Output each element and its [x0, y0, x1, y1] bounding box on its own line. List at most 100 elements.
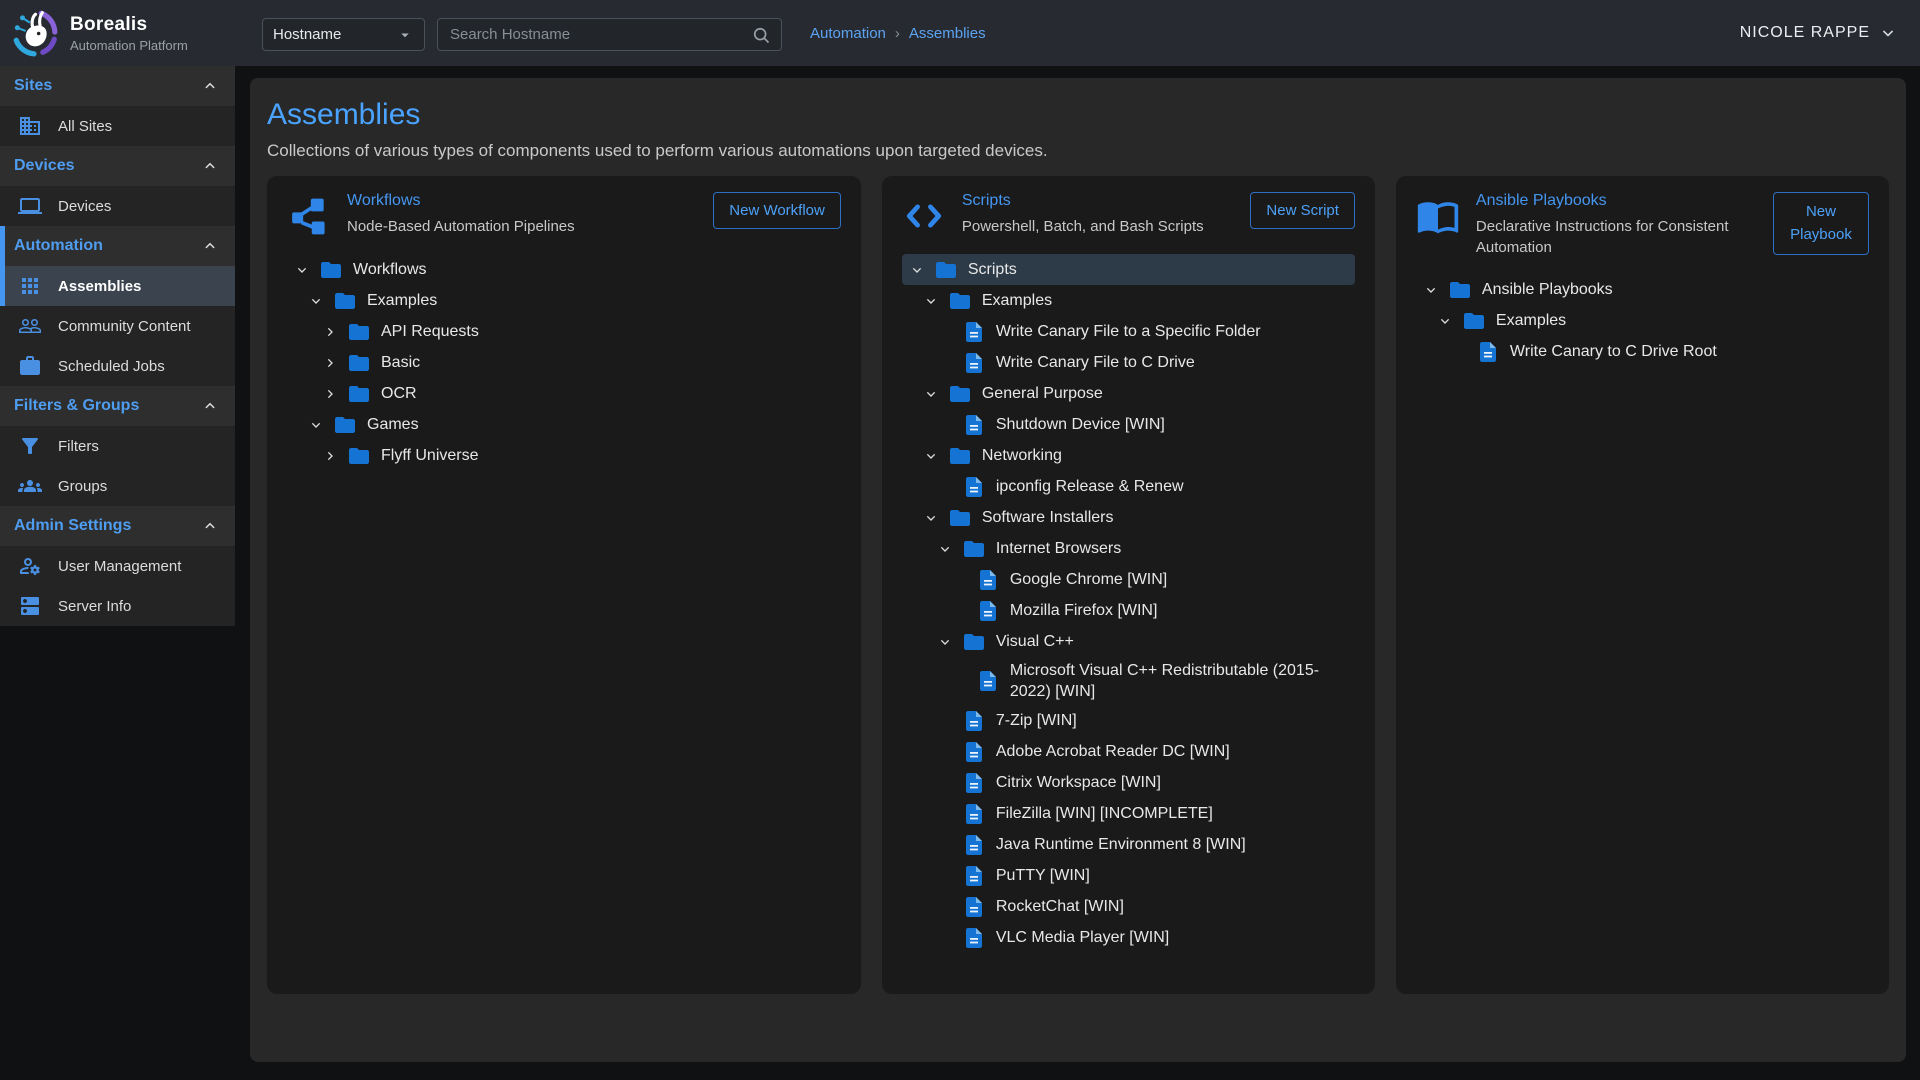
tree-item-games[interactable]: Games: [287, 409, 841, 440]
sidebar-item-all-sites[interactable]: All Sites: [0, 106, 235, 146]
breadcrumb-assemblies[interactable]: Assemblies: [909, 25, 986, 42]
tree-item-label: Write Canary File to C Drive: [996, 349, 1195, 376]
chevron-down-icon[interactable]: [291, 259, 313, 281]
tree-item-filezilla-win-incomplete[interactable]: FileZilla [WIN] [INCOMPLETE]: [902, 798, 1355, 829]
chevron-down-icon[interactable]: [934, 538, 956, 560]
chevron-spacer: [948, 569, 970, 591]
chevron-down-icon[interactable]: [920, 383, 942, 405]
user-gear-icon: [18, 554, 42, 578]
tree-item-citrix-workspace-win[interactable]: Citrix Workspace [WIN]: [902, 767, 1355, 798]
chevron-up-icon[interactable]: [201, 517, 219, 535]
tree-item-basic[interactable]: Basic: [287, 347, 841, 378]
tree-item-adobe-acrobat-reader-dc-win[interactable]: Adobe Acrobat Reader DC [WIN]: [902, 736, 1355, 767]
chevron-down-icon[interactable]: [920, 290, 942, 312]
tree-item-write-canary-to-c-drive-root[interactable]: Write Canary to C Drive Root: [1416, 336, 1869, 367]
new-workflow-button[interactable]: New Workflow: [713, 192, 841, 229]
brand: Borealis Automation Platform: [10, 8, 188, 58]
tree-item-examples[interactable]: Examples: [287, 285, 841, 316]
chevron-right-icon[interactable]: [319, 352, 341, 374]
workflows-tree: WorkflowsExamplesAPI RequestsBasicOCRGam…: [287, 254, 841, 471]
breadcrumb-automation[interactable]: Automation: [810, 25, 886, 42]
tree-item-ipconfig-release-renew[interactable]: ipconfig Release & Renew: [902, 471, 1355, 502]
user-menu[interactable]: NICOLE RAPPE: [1740, 0, 1898, 66]
hostname-dropdown[interactable]: Hostname: [262, 18, 425, 51]
tree-item-write-canary-file-to-c-drive[interactable]: Write Canary File to C Drive: [902, 347, 1355, 378]
tree-item-label: Software Installers: [982, 504, 1114, 531]
tree-item-shutdown-device-win[interactable]: Shutdown Device [WIN]: [902, 409, 1355, 440]
chevron-down-icon[interactable]: [305, 414, 327, 436]
tree-item-label: OCR: [381, 380, 417, 407]
search-input[interactable]: [438, 26, 751, 43]
tree-item-7-zip-win[interactable]: 7-Zip [WIN]: [902, 705, 1355, 736]
caret-down-icon: [396, 26, 414, 44]
tree-item-google-chrome-win[interactable]: Google Chrome [WIN]: [902, 564, 1355, 595]
tree-item-ansible-playbooks[interactable]: Ansible Playbooks: [1416, 274, 1869, 305]
sidebar-item-scheduled-jobs[interactable]: Scheduled Jobs: [0, 346, 235, 386]
chevron-spacer: [934, 772, 956, 794]
tree-item-api-requests[interactable]: API Requests: [287, 316, 841, 347]
sidebar-item-user-management[interactable]: User Management: [0, 546, 235, 586]
sidebar-item-community-content[interactable]: Community Content: [0, 306, 235, 346]
tree-item-write-canary-file-to-a-specific-folder[interactable]: Write Canary File to a Specific Folder: [902, 316, 1355, 347]
chevron-down-icon[interactable]: [1420, 279, 1442, 301]
tree-item-examples[interactable]: Examples: [1416, 305, 1869, 336]
chevron-down-icon[interactable]: [1434, 310, 1456, 332]
file-icon: [962, 351, 986, 375]
chevron-right-icon[interactable]: [319, 383, 341, 405]
chevron-up-icon[interactable]: [201, 237, 219, 255]
chevron-down-icon[interactable]: [305, 290, 327, 312]
chevron-right-icon[interactable]: [319, 321, 341, 343]
sidebar-section-header-filters-groups[interactable]: Filters & Groups: [0, 386, 235, 426]
scripts-panel: Scripts Powershell, Batch, and Bash Scri…: [882, 176, 1375, 994]
chevron-up-icon[interactable]: [201, 77, 219, 95]
chevron-spacer: [948, 600, 970, 622]
tree-item-examples[interactable]: Examples: [902, 285, 1355, 316]
chevron-down-icon[interactable]: [920, 445, 942, 467]
new-script-button[interactable]: New Script: [1250, 192, 1355, 229]
tree-item-label: Examples: [982, 287, 1052, 314]
chevron-up-icon[interactable]: [201, 397, 219, 415]
sidebar-item-filters[interactable]: Filters: [0, 426, 235, 466]
tree-item-putty-win[interactable]: PuTTY [WIN]: [902, 860, 1355, 891]
new-playbook-button[interactable]: New Playbook: [1773, 192, 1869, 255]
page-title: Assemblies: [250, 78, 1906, 132]
chevron-spacer: [934, 414, 956, 436]
chevron-down-icon[interactable]: [934, 631, 956, 653]
sidebar-section-header-devices[interactable]: Devices: [0, 146, 235, 186]
sidebar-section-header-admin-settings[interactable]: Admin Settings: [0, 506, 235, 546]
sidebar-section-header-sites[interactable]: Sites: [0, 66, 235, 106]
tree-item-workflows[interactable]: Workflows: [287, 254, 841, 285]
tree-item-ocr[interactable]: OCR: [287, 378, 841, 409]
tree-item-visual-c[interactable]: Visual C++: [902, 626, 1355, 657]
tree-item-microsoft-visual-c-redistributable-2015-2022-win[interactable]: Microsoft Visual C++ Redistributable (20…: [902, 657, 1355, 705]
chevron-down-icon[interactable]: [920, 507, 942, 529]
tree-item-label: Java Runtime Environment 8 [WIN]: [996, 831, 1246, 858]
chevron-down-icon[interactable]: [906, 259, 928, 281]
tree-item-general-purpose[interactable]: General Purpose: [902, 378, 1355, 409]
brand-name: Borealis: [70, 14, 188, 36]
tree-item-java-runtime-environment-8-win[interactable]: Java Runtime Environment 8 [WIN]: [902, 829, 1355, 860]
tree-item-label: Shutdown Device [WIN]: [996, 411, 1165, 438]
search-icon[interactable]: [751, 25, 771, 45]
breadcrumb-separator: ›: [895, 25, 900, 42]
tree-item-rocketchat-win[interactable]: RocketChat [WIN]: [902, 891, 1355, 922]
tree-item-networking[interactable]: Networking: [902, 440, 1355, 471]
tree-item-vlc-media-player-win[interactable]: VLC Media Player [WIN]: [902, 922, 1355, 953]
tree-item-flyff-universe[interactable]: Flyff Universe: [287, 440, 841, 471]
sidebar-item-server-info[interactable]: Server Info: [0, 586, 235, 626]
tree-item-scripts[interactable]: Scripts: [902, 254, 1355, 285]
chevron-up-icon[interactable]: [201, 157, 219, 175]
tree-item-mozilla-firefox-win[interactable]: Mozilla Firefox [WIN]: [902, 595, 1355, 626]
tree-item-label: Flyff Universe: [381, 442, 479, 469]
sidebar-section-header-automation[interactable]: Automation: [0, 226, 235, 266]
sidebar-item-devices[interactable]: Devices: [0, 186, 235, 226]
chevron-spacer: [934, 710, 956, 732]
chevron-right-icon[interactable]: [319, 445, 341, 467]
chevron-spacer: [934, 803, 956, 825]
sidebar-item-groups[interactable]: Groups: [0, 466, 235, 506]
tree-item-internet-browsers[interactable]: Internet Browsers: [902, 533, 1355, 564]
sidebar-item-assemblies[interactable]: Assemblies: [0, 266, 235, 306]
tree-item-software-installers[interactable]: Software Installers: [902, 502, 1355, 533]
folder-icon: [1448, 278, 1472, 302]
folder-icon: [347, 351, 371, 375]
